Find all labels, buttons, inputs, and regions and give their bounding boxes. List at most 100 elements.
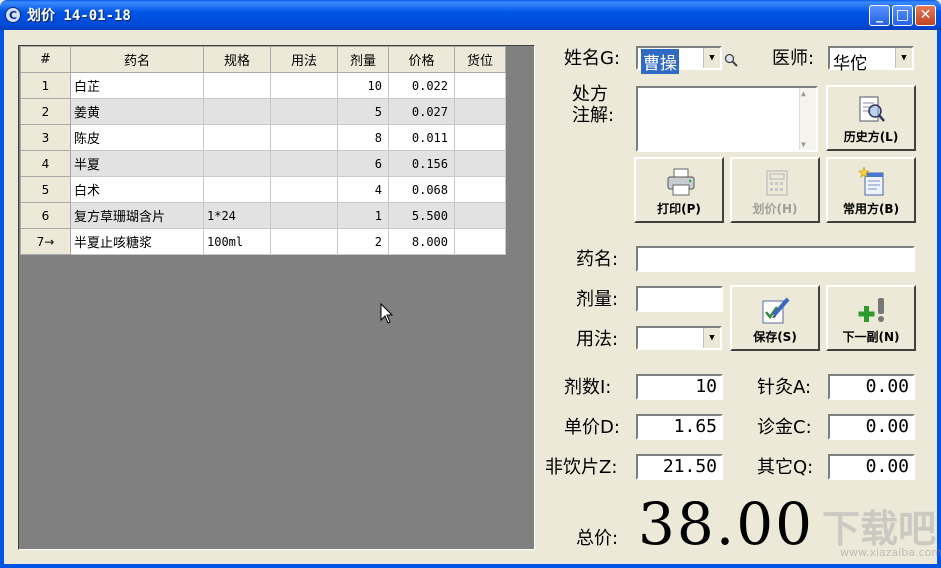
cell-name[interactable]: 白术 xyxy=(70,176,204,203)
price-button[interactable]: 划价(H) xyxy=(730,157,820,223)
unit-price-label: 单价D: xyxy=(564,417,620,438)
cell-location[interactable] xyxy=(454,176,506,203)
cell-usage[interactable] xyxy=(270,228,338,255)
cell-price[interactable]: 5.500 xyxy=(388,202,455,229)
dose-count-field[interactable]: 10 xyxy=(636,374,723,400)
cell-price[interactable]: 0.068 xyxy=(388,176,455,203)
note-label: 处方 注解: xyxy=(572,84,614,126)
chevron-down-icon[interactable]: ▼ xyxy=(703,328,720,348)
patient-name-combo[interactable]: 曹操 ▼ xyxy=(636,46,722,74)
table-row[interactable]: 4 半夏 6 0.156 xyxy=(20,150,506,177)
col-header-dose: 剂量 xyxy=(337,46,389,73)
drug-name-input[interactable] xyxy=(636,246,915,272)
cell-price[interactable]: 8.000 xyxy=(388,228,455,255)
unit-price-field[interactable]: 1.65 xyxy=(636,414,723,440)
table-row[interactable]: 5 白术 4 0.068 xyxy=(20,176,506,203)
cell-location[interactable] xyxy=(454,228,506,255)
row-index[interactable]: 5 xyxy=(20,176,71,203)
cell-name[interactable]: 半夏止咳糖浆 xyxy=(70,228,204,255)
cell-usage[interactable] xyxy=(270,72,338,99)
close-button[interactable]: ✕ xyxy=(915,5,936,26)
scroll-up-icon[interactable]: ▲ xyxy=(801,89,806,98)
window-title: 划价 14-01-18 xyxy=(27,8,131,24)
table-row[interactable]: 3 陈皮 8 0.011 xyxy=(20,124,506,151)
common-prescription-button[interactable]: 常用方(B) xyxy=(826,157,916,223)
cell-usage[interactable] xyxy=(270,124,338,151)
cell-usage[interactable] xyxy=(270,176,338,203)
dose-count-label: 剂数I: xyxy=(564,377,612,398)
cell-name[interactable]: 复方草珊瑚含片 xyxy=(70,202,204,229)
cell-spec[interactable] xyxy=(203,124,271,151)
cell-spec[interactable] xyxy=(203,72,271,99)
title-bar: C 划价 14-01-18 _ □ ✕ xyxy=(0,0,941,30)
diagnosis-fee-field[interactable]: 0.00 xyxy=(828,414,915,440)
cell-name[interactable]: 半夏 xyxy=(70,150,204,177)
table-header-row: # 药名 规格 用法 剂量 价格 货位 xyxy=(20,46,506,73)
cell-name[interactable]: 陈皮 xyxy=(70,124,204,151)
row-index[interactable]: 4 xyxy=(20,150,71,177)
save-button[interactable]: 保存(S) xyxy=(730,285,820,351)
printer-icon xyxy=(667,168,695,196)
acupuncture-field[interactable]: 0.00 xyxy=(828,374,915,400)
cell-usage[interactable] xyxy=(270,150,338,177)
note-textarea[interactable]: ▲ ▼ xyxy=(636,86,818,152)
doctor-value: 华佗 xyxy=(833,54,867,74)
cell-spec[interactable] xyxy=(203,176,271,203)
row-index[interactable]: 7→ xyxy=(20,228,71,255)
cell-location[interactable] xyxy=(454,98,506,125)
cell-location[interactable] xyxy=(454,150,506,177)
cell-dose[interactable]: 4 xyxy=(337,176,389,203)
app-icon[interactable]: C xyxy=(5,7,21,23)
cell-dose[interactable]: 10 xyxy=(337,72,389,99)
maximize-button[interactable]: □ xyxy=(892,5,913,26)
cell-price[interactable]: 0.156 xyxy=(388,150,455,177)
note-scrollbar[interactable]: ▲ ▼ xyxy=(799,88,816,150)
cell-name[interactable]: 姜黄 xyxy=(70,98,204,125)
cell-dose[interactable]: 2 xyxy=(337,228,389,255)
dose-label: 剂量: xyxy=(576,289,619,310)
print-button[interactable]: 打印(P) xyxy=(634,157,724,223)
cell-location[interactable] xyxy=(454,124,506,151)
row-index[interactable]: 2 xyxy=(20,98,71,125)
chevron-down-icon[interactable]: ▼ xyxy=(895,48,912,68)
cell-dose[interactable]: 6 xyxy=(337,150,389,177)
history-search-icon xyxy=(859,96,885,122)
table-row[interactable]: 6 复方草珊瑚含片 1*24 1 5.500 xyxy=(20,202,506,229)
doctor-combo[interactable]: 华佗 ▼ xyxy=(828,46,914,74)
cell-spec[interactable] xyxy=(203,98,271,125)
cell-location[interactable] xyxy=(454,72,506,99)
scroll-down-icon[interactable]: ▼ xyxy=(801,140,806,149)
table-row[interactable]: 7→ 半夏止咳糖浆 100ml 2 8.000 xyxy=(20,228,506,255)
cell-usage[interactable] xyxy=(270,98,338,125)
next-dose-button[interactable]: 下一副(N) xyxy=(826,285,916,351)
cell-dose[interactable]: 8 xyxy=(337,124,389,151)
row-index[interactable]: 1 xyxy=(20,72,71,99)
search-icon[interactable] xyxy=(724,53,738,67)
chevron-down-icon[interactable]: ▼ xyxy=(703,48,720,68)
cell-location[interactable] xyxy=(454,202,506,229)
drug-name-label: 药名: xyxy=(576,249,619,270)
prescription-table[interactable]: # 药名 规格 用法 剂量 价格 货位 1 白芷 10 0.022 2 姜黄 5… xyxy=(20,46,506,255)
history-button[interactable]: 历史方(L) xyxy=(826,85,916,151)
cell-spec[interactable]: 1*24 xyxy=(203,202,271,229)
table-row[interactable]: 2 姜黄 5 0.027 xyxy=(20,98,506,125)
cell-price[interactable]: 0.027 xyxy=(388,98,455,125)
non-piece-label: 非饮片Z: xyxy=(545,457,618,478)
cell-price[interactable]: 0.011 xyxy=(388,124,455,151)
cell-name[interactable]: 白芷 xyxy=(70,72,204,99)
table-row[interactable]: 1 白芷 10 0.022 xyxy=(20,72,506,99)
print-button-label: 打印(P) xyxy=(657,202,701,216)
minimize-button[interactable]: _ xyxy=(869,5,890,26)
other-fee-field[interactable]: 0.00 xyxy=(828,454,915,480)
cell-dose[interactable]: 5 xyxy=(337,98,389,125)
cell-price[interactable]: 0.022 xyxy=(388,72,455,99)
row-index[interactable]: 6 xyxy=(20,202,71,229)
cell-spec[interactable]: 100ml xyxy=(203,228,271,255)
cell-spec[interactable] xyxy=(203,150,271,177)
usage-combo[interactable]: ▼ xyxy=(636,326,722,350)
cell-dose[interactable]: 1 xyxy=(337,202,389,229)
cell-usage[interactable] xyxy=(270,202,338,229)
non-piece-field[interactable]: 21.50 xyxy=(636,454,723,480)
dose-input[interactable] xyxy=(636,286,723,312)
row-index[interactable]: 3 xyxy=(20,124,71,151)
